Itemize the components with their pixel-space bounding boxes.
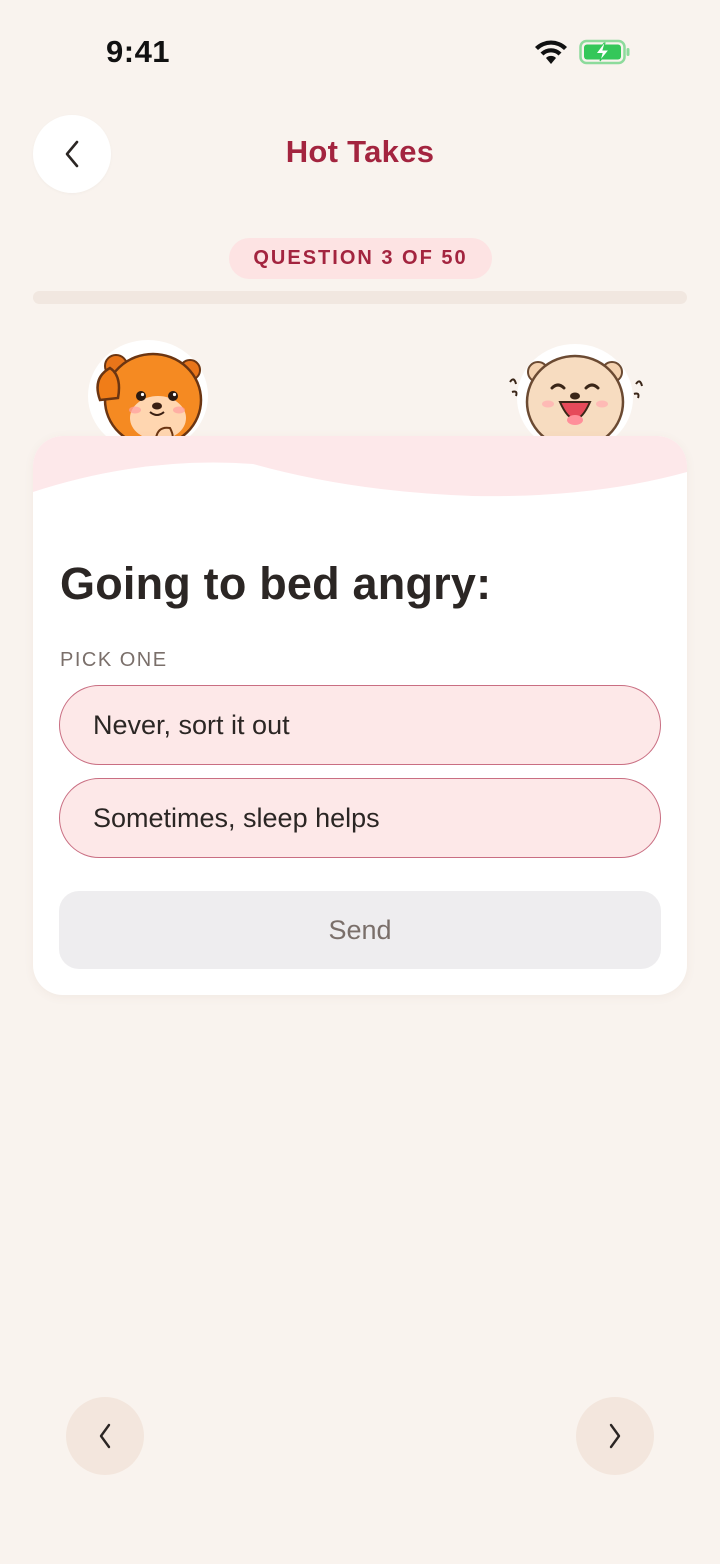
- option-label: Never, sort it out: [93, 709, 290, 740]
- pick-one-label: PICK ONE: [60, 649, 168, 671]
- status-time: 9:41: [106, 34, 171, 69]
- option-label: Sometimes, sleep helps: [93, 802, 380, 833]
- wifi-icon: [535, 40, 567, 64]
- chevron-left-icon: [99, 1423, 111, 1449]
- chevron-right-icon: [609, 1423, 621, 1449]
- option-never-sort-it-out[interactable]: Never, sort it out: [59, 685, 661, 765]
- option-sometimes-sleep-helps[interactable]: Sometimes, sleep helps: [59, 778, 661, 858]
- next-question-button[interactable]: [576, 1397, 654, 1475]
- card-header-wave: [33, 436, 687, 497]
- beige-otter-mascot: [509, 344, 643, 438]
- previous-question-button[interactable]: [66, 1397, 144, 1475]
- progress-fill: [33, 291, 73, 304]
- send-button[interactable]: Send: [59, 891, 661, 969]
- page-title: Hot Takes: [285, 134, 435, 169]
- question-text: Going to bed angry:: [60, 558, 492, 609]
- question-counter-badge: QUESTION 3 OF 50: [229, 238, 492, 279]
- orange-otter-mascot: [88, 340, 208, 438]
- progress-bar: [33, 291, 687, 304]
- question-card: Going to bed angry: PICK ONE Never, sort…: [33, 436, 687, 995]
- status-bar: 9:41: [0, 0, 720, 100]
- battery-charging-icon: [579, 39, 630, 65]
